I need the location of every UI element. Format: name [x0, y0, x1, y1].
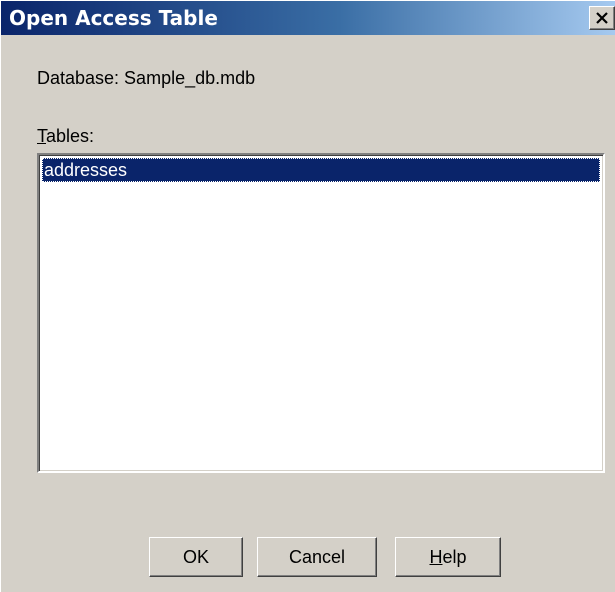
dialog-title: Open Access Table	[9, 6, 218, 30]
list-item[interactable]: addresses	[42, 158, 600, 182]
title-bar[interactable]: Open Access Table	[1, 1, 615, 35]
tables-label-mnemonic: T	[37, 126, 46, 146]
help-button[interactable]: Help	[395, 537, 501, 577]
help-button-mnemonic: H	[429, 547, 443, 567]
cancel-button[interactable]: Cancel	[257, 537, 377, 577]
close-button[interactable]	[589, 6, 615, 30]
ok-button[interactable]: OK	[149, 537, 243, 577]
help-button-text: elp	[442, 547, 467, 567]
tables-listbox[interactable]: addresses	[37, 153, 605, 473]
database-label: Database: Sample_db.mdb	[37, 68, 256, 88]
tables-label-text: ables:	[46, 126, 95, 146]
tables-label: Tables:	[37, 125, 94, 147]
close-icon	[596, 12, 608, 24]
open-access-table-dialog: Open Access Table Database: Sample_db.md…	[0, 0, 615, 592]
